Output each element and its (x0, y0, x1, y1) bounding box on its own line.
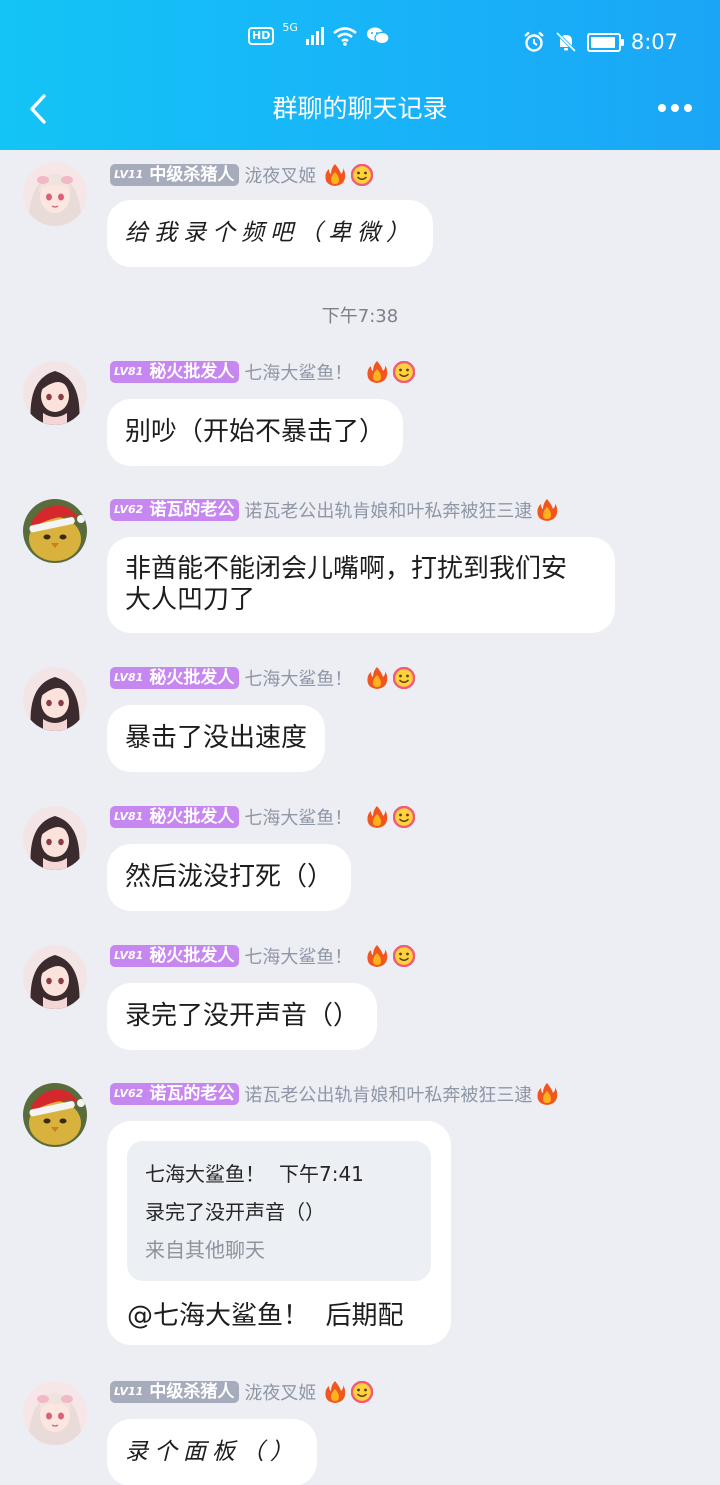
message-bubble[interactable]: 录完了没开声音（） (107, 983, 378, 1050)
smile-badge-icon (351, 164, 373, 186)
sender-nickname: 诺瓦老公出轨肯娘和叶私奔被狂三逮 (244, 1085, 533, 1106)
avatar[interactable] (23, 945, 87, 1009)
status-system-group: 8:07 (523, 26, 678, 58)
fire-icon (366, 805, 388, 829)
status-network-group: HD 5G (248, 22, 390, 46)
avatar[interactable] (23, 1381, 87, 1445)
fire-icon (366, 666, 388, 690)
smile-badge-icon (351, 1381, 373, 1403)
quoted-source: 来自其他聊天 (145, 1238, 265, 1262)
message-text-line: 大人凹刀了 (125, 585, 256, 615)
sender-nickname: 泷夜叉姬 (244, 1383, 317, 1404)
message-bubble[interactable]: 暴击了没出速度 (107, 705, 326, 772)
hd-icon: HD (248, 27, 275, 45)
message-bubble[interactable]: 非酋能不能闭会儿嘴啊，打扰到我们安 大人凹刀了 (107, 537, 615, 633)
sender-nickname: 七海大鲨鱼！ (244, 947, 353, 968)
message-bubble[interactable]: 别吵（开始不暴击了） (107, 399, 404, 466)
sender-nickname: 七海大鲨鱼！ (244, 669, 353, 690)
alarm-icon (524, 31, 544, 52)
fire-icon (324, 1380, 346, 1404)
quoted-header: 七海大鲨鱼！ 下午7:41 (145, 1155, 413, 1193)
reply-text: @七海大鲨鱼！ 后期配 (127, 1301, 404, 1331)
avatar[interactable] (23, 361, 87, 425)
avatar[interactable] (23, 806, 87, 870)
level-badge: LV81 秘火批发人 (110, 667, 240, 689)
message-text-line: 非酋能不能闭会儿嘴啊，打扰到我们安 (125, 554, 568, 584)
navigation-bar: 群聊的聊天记录 (0, 76, 720, 142)
level-badge: LV62 诺瓦的老公 (110, 1083, 240, 1105)
quoted-author: 七海大鲨鱼！ (145, 1162, 265, 1186)
level-badge: LV11 中级杀猪人 (110, 1381, 240, 1403)
avatar[interactable] (23, 667, 87, 731)
message-bubble[interactable]: 给我录个频吧（卑微） (107, 200, 433, 267)
sender-info: LV62 诺瓦的老公 诺瓦老公出轨肯娘和叶私奔被狂三逮 (110, 497, 558, 523)
smile-badge-icon (393, 361, 415, 383)
sender-nickname: 七海大鲨鱼！ (244, 808, 353, 829)
message-bubble[interactable]: 七海大鲨鱼！ 下午7:41 录完了没开声音（） 来自其他聊天 @七海大鲨鱼！ 后期… (107, 1121, 451, 1345)
fire-icon (366, 360, 388, 384)
fire-icon (366, 944, 388, 968)
sender-info: LV81 秘火批发人 七海大鲨鱼！ (110, 943, 415, 969)
wifi-icon (333, 27, 357, 46)
status-time: 8:07 (630, 30, 678, 54)
smile-badge-icon (393, 945, 415, 967)
timestamp-divider: 下午7:38 (321, 306, 399, 327)
sender-nickname: 七海大鲨鱼！ (244, 363, 353, 384)
sender-info: LV11 中级杀猪人 泷夜叉姬 (110, 162, 373, 188)
chat-history-list[interactable]: LV11 中级杀猪人 泷夜叉姬 给我录个频吧（卑微） 下午7:38 LV81 秘火批… (0, 150, 720, 1485)
fire-icon (536, 498, 558, 522)
quoted-text: 录完了没开声音（） (145, 1200, 325, 1224)
avatar[interactable] (23, 499, 87, 563)
battery-icon (586, 32, 624, 52)
sender-info: LV62 诺瓦的老公 诺瓦老公出轨肯娘和叶私奔被狂三逮 (110, 1081, 558, 1107)
level-badge: LV81 秘火批发人 (110, 361, 240, 383)
avatar[interactable] (23, 1083, 87, 1147)
header-bar: HD 5G 8:07 群聊的聊天记录 (0, 0, 720, 150)
more-dots-icon[interactable] (658, 104, 692, 112)
level-badge: LV81 秘火批发人 (110, 806, 240, 828)
level-badge: LV62 诺瓦的老公 (110, 499, 240, 521)
fire-icon (324, 163, 346, 187)
sender-nickname: 泷夜叉姬 (244, 166, 317, 187)
signal-icon (305, 27, 324, 45)
page-title: 群聊的聊天记录 (272, 94, 448, 123)
level-badge: LV11 中级杀猪人 (110, 164, 240, 186)
quoted-message[interactable]: 七海大鲨鱼！ 下午7:41 录完了没开声音（） 来自其他聊天 (127, 1141, 431, 1281)
network-type-label: 5G (282, 21, 298, 34)
fire-icon (536, 1082, 558, 1106)
sender-nickname: 诺瓦老公出轨肯娘和叶私奔被狂三逮 (244, 501, 533, 522)
smile-badge-icon (393, 806, 415, 828)
smile-badge-icon (393, 667, 415, 689)
level-badge: LV81 秘火批发人 (110, 945, 240, 967)
sender-info: LV81 秘火批发人 七海大鲨鱼！ (110, 665, 415, 691)
sender-info: LV81 秘火批发人 七海大鲨鱼！ (110, 359, 415, 385)
sender-info: LV11 中级杀猪人 泷夜叉姬 (110, 1379, 373, 1405)
mute-icon (555, 31, 576, 53)
sender-info: LV81 秘火批发人 七海大鲨鱼！ (110, 804, 415, 830)
status-bar: HD 5G 8:07 (0, 22, 720, 58)
wechat-icon (366, 27, 390, 45)
avatar[interactable] (23, 162, 87, 226)
quoted-time: 下午7:41 (279, 1162, 364, 1186)
message-bubble[interactable]: 然后泷没打死（） (107, 844, 352, 911)
message-bubble[interactable]: 录个面板（） (107, 1419, 317, 1485)
